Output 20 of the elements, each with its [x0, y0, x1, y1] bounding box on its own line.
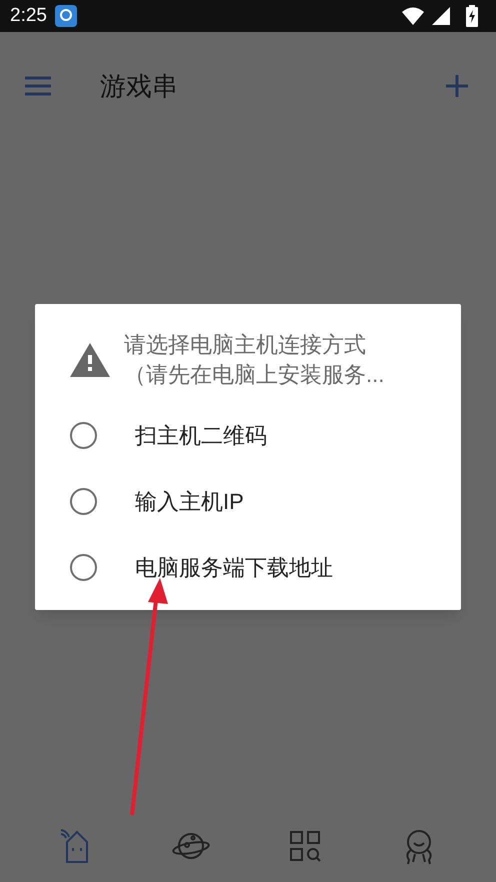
dialog-title: 请选择电脑主机连接方式 [124, 331, 367, 359]
option-label: 输入主机IP [135, 488, 244, 516]
radio-option[interactable]: 输入主机IP [35, 468, 461, 534]
radio-button[interactable] [70, 554, 97, 580]
option-label: 扫主机二维码 [135, 422, 267, 450]
radio-option[interactable]: 扫主机二维码 [35, 402, 461, 468]
menu-icon[interactable] [24, 76, 52, 96]
battery-icon [466, 5, 478, 27]
app-title: 游戏串 [100, 70, 178, 102]
status-time: 2:25 [10, 4, 47, 28]
radio-button[interactable] [70, 422, 97, 448]
warning-icon [70, 343, 110, 377]
wifi-icon [402, 7, 424, 25]
add-icon[interactable] [446, 75, 468, 97]
app-notification-icon [54, 5, 77, 27]
signal-icon [432, 7, 450, 25]
dialog-title: （请先在电脑上安装服务... [124, 361, 384, 389]
radio-button[interactable] [70, 488, 97, 514]
option-label: 电脑服务端下载地址 [135, 554, 333, 582]
radio-option[interactable]: 电脑服务端下载地址 [35, 534, 461, 600]
